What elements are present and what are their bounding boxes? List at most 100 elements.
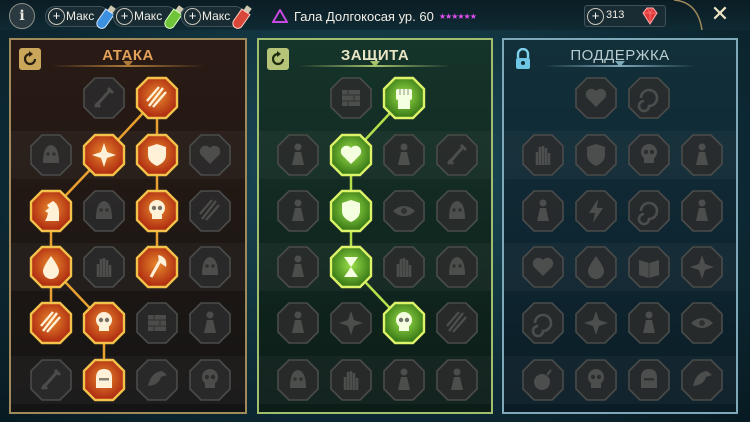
attack-talent-node[interactable] [188,358,232,402]
defense-talent-node[interactable] [382,189,426,233]
support-talent-node[interactable] [521,133,565,177]
defense-talent-node[interactable] [382,245,426,289]
attack-talent-node[interactable] [29,301,73,345]
defense-talent-node[interactable] [329,76,373,120]
support-talent-node[interactable] [627,133,671,177]
dashing-figure-icon [681,134,723,176]
attack-talent-node[interactable] [188,189,232,233]
info-button[interactable]: i [9,3,35,29]
support-talent-node[interactable] [627,301,671,345]
plus-icon[interactable]: + [116,8,133,25]
hooded-face-icon [436,190,478,232]
attack-talent-node[interactable] [82,133,126,177]
skull-crossbones-icon [135,189,179,233]
green-potion-resource[interactable]: + Макс [113,5,184,29]
attack-talent-node[interactable] [82,189,126,233]
defense-talent-node[interactable] [435,301,479,345]
attack-talent-node[interactable] [188,245,232,289]
heart-icon [575,77,617,119]
defense-talent-node[interactable] [435,133,479,177]
support-talent-node[interactable] [521,245,565,289]
support-talent-node[interactable] [574,133,618,177]
resource-label: Макс [66,9,95,23]
plus-icon[interactable]: + [184,8,201,25]
close-button[interactable]: ✕ [706,2,734,28]
defense-talent-node[interactable] [435,358,479,402]
defense-talent-node[interactable] [435,245,479,289]
defense-talent-node[interactable] [329,133,373,177]
defense-talent-node[interactable] [276,245,320,289]
bull-head-icon [436,246,478,288]
gem-counter[interactable]: + 313 [584,5,666,27]
rarity-triangle-icon [272,9,288,23]
resource-label: Макс [134,9,163,23]
defense-talent-node[interactable] [329,358,373,402]
tornado-icon [522,302,564,344]
attack-talent-node[interactable] [188,133,232,177]
spiked-hand-icon [383,246,425,288]
top-bar: i + Макс + Макс + Макс Гала Долгокосая у… [0,0,750,30]
defense-talent-node[interactable] [329,301,373,345]
support-talent-node[interactable] [680,301,724,345]
clawed-hand-icon [83,246,125,288]
swirl-icon [628,77,670,119]
attack-talent-node[interactable] [82,76,126,120]
support-talent-node[interactable] [627,76,671,120]
support-talent-node[interactable] [574,189,618,233]
support-talent-node[interactable] [574,301,618,345]
defense-talent-node[interactable] [435,189,479,233]
standing-figure-icon [277,246,319,288]
chess-knight-icon [29,189,73,233]
support-talent-node[interactable] [521,189,565,233]
attack-talent-node[interactable] [135,245,179,289]
red-potion-resource[interactable]: + Макс [181,5,252,29]
support-talent-node[interactable] [680,245,724,289]
running-boots-icon [628,302,670,344]
defense-talent-node[interactable] [329,189,373,233]
defense-talent-node[interactable] [382,133,426,177]
defense-talent-node[interactable] [276,189,320,233]
attack-talent-node[interactable] [29,358,73,402]
support-talent-node[interactable] [521,358,565,402]
defense-talent-node[interactable] [276,133,320,177]
attack-talent-node[interactable] [29,189,73,233]
attack-talent-node[interactable] [135,76,179,120]
attack-talent-node[interactable] [135,189,179,233]
support-talent-node[interactable] [574,358,618,402]
support-talent-node[interactable] [627,358,671,402]
broken-heart-icon [189,134,231,176]
attack-talent-node[interactable] [82,245,126,289]
attack-talent-node[interactable] [82,301,126,345]
defense-talent-node[interactable] [382,301,426,345]
defense-talent-node[interactable] [382,76,426,120]
crossed-swords-icon [83,77,125,119]
support-talent-node[interactable] [680,189,724,233]
support-talent-node[interactable] [627,189,671,233]
champion-name: Гала Долгокосая ур. 60 [294,8,434,24]
defense-talent-node[interactable] [382,358,426,402]
support-talent-node[interactable] [680,358,724,402]
support-talent-node[interactable] [627,245,671,289]
attack-talent-node[interactable] [188,301,232,345]
attack-talent-node[interactable] [135,133,179,177]
blue-potion-resource[interactable]: + Макс [45,5,116,29]
attack-talent-node[interactable] [29,133,73,177]
hourglass-icon [329,245,373,289]
support-talent-node[interactable] [521,301,565,345]
support-talent-node[interactable] [574,245,618,289]
praying-hands-icon [522,134,564,176]
defense-talent-node[interactable] [276,358,320,402]
attack-talent-node[interactable] [82,358,126,402]
heart-hands-icon [522,246,564,288]
defense-talent-node[interactable] [329,245,373,289]
support-talent-node[interactable] [574,76,618,120]
support-talent-node[interactable] [680,133,724,177]
defense-talent-node[interactable] [276,301,320,345]
plus-icon[interactable]: + [587,8,604,25]
plus-icon[interactable]: + [48,8,65,25]
claw-slash-icon [135,76,179,120]
attack-talent-node[interactable] [135,301,179,345]
attack-talent-node[interactable] [135,358,179,402]
attack-talent-node[interactable] [29,245,73,289]
info-icon: i [19,8,25,24]
